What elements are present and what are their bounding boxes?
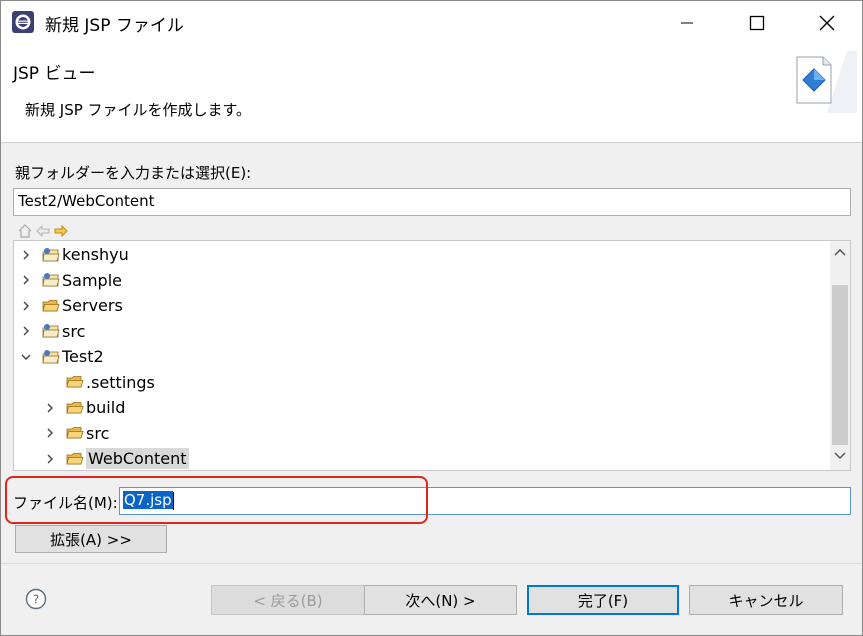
forward-arrow-icon[interactable] (53, 223, 69, 239)
window-title: 新規 JSP ファイル (45, 16, 184, 36)
text-caret (172, 491, 174, 510)
chevron-right-icon[interactable] (20, 274, 32, 286)
banner-description: 新規 JSP ファイルを作成します。 (25, 101, 252, 119)
tree-item[interactable]: Servers (20, 293, 123, 318)
new-jsp-file-dialog: 新規 JSP ファイル JSP ビュー 新規 JSP ファイルを作成します。 親… (0, 0, 863, 636)
svg-text:?: ? (33, 593, 39, 607)
tree-item[interactable]: src (20, 319, 85, 344)
chevron-right-icon[interactable] (44, 427, 56, 439)
folder-icon (66, 425, 84, 441)
minimize-icon (681, 22, 693, 24)
folder-icon (66, 374, 84, 390)
project-icon (42, 247, 60, 263)
tree-item-label: src (62, 321, 86, 341)
tree-item-label: .settings (86, 372, 155, 392)
tree-item[interactable]: Test2 (20, 344, 104, 369)
project-icon (42, 349, 60, 365)
parent-folder-label: 親フォルダーを入力または選択(E): (15, 164, 252, 182)
maximize-button[interactable] (722, 1, 792, 45)
scroll-up-icon[interactable] (834, 247, 846, 257)
title-bar: 新規 JSP ファイル (1, 1, 862, 45)
filename-label: ファイル名(M): (13, 494, 118, 512)
next-button[interactable]: 次へ(N) > (364, 585, 517, 615)
folder-tree[interactable]: kenshyu Sample Servers src Test2 .settings bui… (13, 240, 851, 471)
tree-scrollbar[interactable] (830, 241, 850, 470)
banner-title: JSP ビュー (13, 64, 96, 84)
close-button[interactable] (792, 1, 862, 45)
eclipse-app-icon (12, 11, 34, 33)
advanced-button[interactable]: 拡張(A) >> (15, 525, 167, 553)
tree-item[interactable]: .settings (44, 370, 155, 395)
folder-icon (66, 400, 84, 416)
tree-item-label: src (86, 423, 110, 443)
tree-item-label: build (86, 398, 126, 417)
chevron-right-icon[interactable] (20, 325, 32, 337)
jsp-file-wizard-icon (796, 51, 857, 113)
cancel-button[interactable]: キャンセル (689, 585, 843, 615)
chevron-right-icon[interactable] (20, 249, 32, 261)
filename-value: Q7.jsp (123, 491, 173, 509)
tree-item[interactable]: kenshyu (20, 242, 129, 267)
tree-item-label: WebContent (86, 448, 189, 469)
chevron-right-icon[interactable] (20, 300, 32, 312)
wizard-banner: JSP ビュー 新規 JSP ファイルを作成します。 (1, 45, 862, 143)
folder-icon (42, 298, 60, 314)
parent-folder-input[interactable]: Test2/WebContent (13, 188, 851, 216)
scroll-thumb[interactable] (832, 285, 848, 445)
maximize-icon (749, 15, 765, 31)
tree-item-label: Test2 (62, 347, 104, 366)
tree-item[interactable]: Sample (20, 268, 122, 293)
close-icon (819, 15, 835, 31)
project-icon (42, 323, 60, 339)
home-icon[interactable] (17, 223, 33, 239)
chevron-down-icon[interactable] (20, 351, 32, 363)
chevron-right-icon[interactable] (44, 402, 56, 414)
tree-navigation (17, 223, 69, 239)
back-arrow-icon[interactable] (35, 223, 51, 239)
folder-icon (66, 451, 84, 467)
help-icon[interactable]: ? (25, 588, 47, 610)
tree-item-label: kenshyu (62, 245, 129, 264)
tree-item[interactable]: src (44, 421, 109, 446)
chevron-right-icon[interactable] (44, 453, 56, 465)
back-button[interactable]: < 戻る(B) (211, 585, 365, 615)
tree-item-label: Servers (62, 296, 123, 315)
filename-input[interactable]: Q7.jsp (119, 487, 851, 515)
tree-item[interactable]: build (44, 395, 125, 420)
finish-button[interactable]: 完了(F) (527, 585, 679, 615)
footer-divider (1, 563, 862, 564)
tree-item[interactable]: WebContent (44, 446, 189, 470)
tree-item-label: Sample (62, 270, 122, 290)
scroll-down-icon[interactable] (834, 451, 846, 461)
minimize-button[interactable] (652, 1, 722, 45)
project-icon (42, 272, 60, 288)
